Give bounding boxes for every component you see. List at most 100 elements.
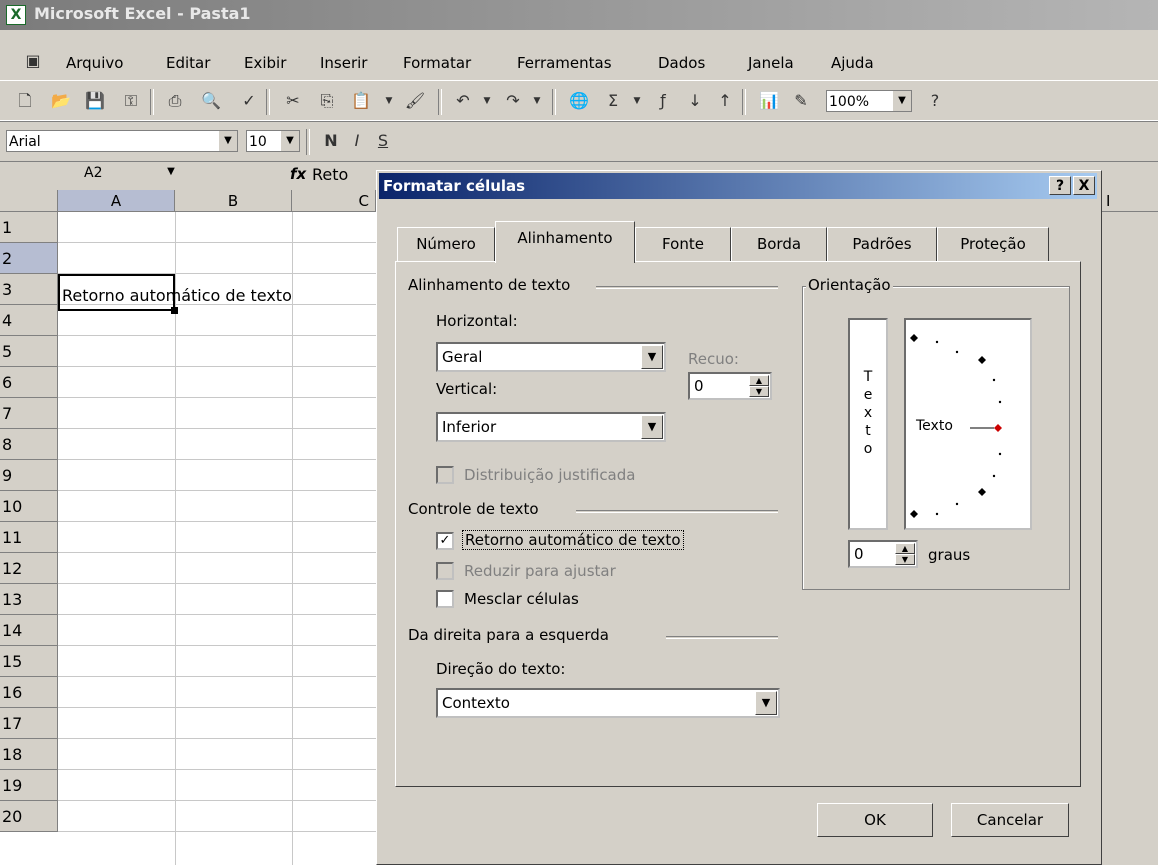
menu-ajuda[interactable]: Ajuda	[831, 54, 874, 72]
row-header[interactable]: 1	[0, 212, 58, 243]
chevron-down-icon[interactable]: ▼	[641, 345, 663, 369]
vertical-select[interactable]: Inferior ▼	[436, 412, 666, 442]
menu-exibir[interactable]: Exibir	[244, 54, 286, 72]
spin-up-icon[interactable]: ▲	[749, 375, 769, 386]
cancel-button[interactable]: Cancelar	[951, 803, 1069, 837]
shrink-to-fit-checkbox[interactable]	[436, 562, 454, 580]
chevron-down-icon[interactable]: ▼	[218, 131, 237, 151]
row-header[interactable]: 6	[0, 367, 58, 398]
tab-protecao[interactable]: Proteção	[937, 227, 1049, 261]
new-icon[interactable]: 🗋	[14, 90, 36, 112]
paste-icon[interactable]: 📋	[350, 90, 372, 112]
row-header[interactable]: 19	[0, 770, 58, 801]
sort-descending-icon[interactable]: ↑	[714, 90, 736, 112]
cell-a2-text[interactable]: Retorno automático de texto	[62, 286, 292, 305]
font-size-select[interactable]: 10 ▼	[246, 130, 300, 152]
column-header-b[interactable]: B	[175, 190, 292, 212]
select-all-corner[interactable]	[0, 190, 58, 212]
undo-dropdown-icon[interactable]: ▼	[476, 90, 498, 112]
text-direction-select[interactable]: Contexto ▼	[436, 688, 780, 718]
row-header[interactable]: 5	[0, 336, 58, 367]
help-button[interactable]: ?	[1049, 176, 1071, 195]
menu-editar[interactable]: Editar	[166, 54, 210, 72]
row-header[interactable]: 2	[0, 243, 58, 274]
tab-borda[interactable]: Borda	[731, 227, 827, 261]
print-icon[interactable]: ⎙	[164, 90, 186, 112]
spin-down-icon[interactable]: ▼	[895, 554, 915, 565]
row-header[interactable]: 14	[0, 615, 58, 646]
row-header[interactable]: 3	[0, 274, 58, 305]
chevron-down-icon[interactable]: ▼	[892, 91, 911, 111]
fx-icon[interactable]: fx	[290, 165, 306, 183]
wrap-text-checkbox[interactable]: ✓	[436, 532, 454, 550]
drawing-icon[interactable]: ✎	[790, 90, 812, 112]
row-header[interactable]: 18	[0, 739, 58, 770]
indent-spinner[interactable]: 0 ▲ ▼	[688, 372, 772, 400]
ok-button[interactable]: OK	[817, 803, 933, 837]
wrap-text-label[interactable]: Retorno automático de texto	[462, 530, 684, 550]
row-header[interactable]: 10	[0, 491, 58, 522]
open-icon[interactable]: 📂	[50, 90, 72, 112]
chevron-down-icon[interactable]: ▼	[755, 691, 777, 715]
row-header[interactable]: 8	[0, 429, 58, 460]
function-icon[interactable]: ƒ	[652, 90, 674, 112]
menu-formatar[interactable]: Formatar	[403, 54, 471, 72]
undo-icon[interactable]: ↶	[452, 90, 474, 112]
chart-wizard-icon[interactable]: 📊	[758, 90, 780, 112]
fill-handle[interactable]	[171, 307, 178, 314]
autosum-icon[interactable]: Σ	[602, 90, 624, 112]
document-icon[interactable]: ▣	[22, 50, 44, 72]
column-header-a[interactable]: A	[58, 190, 175, 212]
help-icon[interactable]: ?	[924, 90, 946, 112]
row-header[interactable]: 7	[0, 398, 58, 429]
menu-dados[interactable]: Dados	[658, 54, 705, 72]
tab-numero[interactable]: Número	[397, 227, 495, 261]
font-select[interactable]: Arial ▼	[6, 130, 238, 152]
row-header[interactable]: 12	[0, 553, 58, 584]
hyperlink-icon[interactable]: 🌐	[568, 90, 590, 112]
italic-button[interactable]: I	[346, 130, 368, 152]
formula-content[interactable]: Reto	[312, 165, 348, 184]
menu-inserir[interactable]: Inserir	[320, 54, 367, 72]
column-header-c[interactable]: C	[292, 190, 376, 212]
orientation-dial[interactable]: Texto	[904, 318, 1032, 530]
row-header[interactable]: 9	[0, 460, 58, 491]
spelling-icon[interactable]: ✓	[238, 90, 260, 112]
print-preview-icon[interactable]: 🔍	[200, 90, 222, 112]
tab-fonte[interactable]: Fonte	[635, 227, 731, 261]
row-header[interactable]: 4	[0, 305, 58, 336]
row-header[interactable]: 11	[0, 522, 58, 553]
row-header[interactable]: 13	[0, 584, 58, 615]
name-box[interactable]: A2 ▼	[4, 162, 180, 186]
zoom-select[interactable]: 100% ▼	[826, 90, 912, 112]
underline-button[interactable]: S	[372, 130, 394, 152]
paste-dropdown-icon[interactable]: ▼	[378, 90, 400, 112]
vertical-text-button[interactable]: T e x t o	[848, 318, 888, 530]
save-icon[interactable]: 💾	[84, 90, 106, 112]
copy-icon[interactable]: ⎘	[316, 90, 338, 112]
degrees-spinner[interactable]: 0 ▲ ▼	[848, 540, 918, 568]
bold-button[interactable]: N	[320, 130, 342, 152]
justify-distributed-checkbox[interactable]	[436, 466, 454, 484]
chevron-down-icon[interactable]: ▼	[162, 162, 180, 182]
row-header[interactable]: 17	[0, 708, 58, 739]
row-header[interactable]: 15	[0, 646, 58, 677]
autosum-dropdown-icon[interactable]: ▼	[626, 90, 648, 112]
horizontal-select[interactable]: Geral ▼	[436, 342, 666, 372]
redo-dropdown-icon[interactable]: ▼	[526, 90, 548, 112]
chevron-down-icon[interactable]: ▼	[641, 415, 663, 439]
permission-icon[interactable]: ⚿	[120, 90, 142, 112]
format-painter-icon[interactable]: 🖌	[404, 90, 426, 112]
chevron-down-icon[interactable]: ▼	[280, 131, 299, 151]
cut-icon[interactable]: ✂	[282, 90, 304, 112]
tab-padroes[interactable]: Padrões	[827, 227, 937, 261]
sort-ascending-icon[interactable]: ↓	[684, 90, 706, 112]
spin-down-icon[interactable]: ▼	[749, 386, 769, 397]
menu-janela[interactable]: Janela	[748, 54, 794, 72]
redo-icon[interactable]: ↷	[502, 90, 524, 112]
spin-up-icon[interactable]: ▲	[895, 543, 915, 554]
row-header[interactable]: 20	[0, 801, 58, 832]
tab-alinhamento[interactable]: Alinhamento	[495, 221, 635, 263]
row-header[interactable]: 16	[0, 677, 58, 708]
column-header-i[interactable]: I	[1102, 190, 1158, 212]
